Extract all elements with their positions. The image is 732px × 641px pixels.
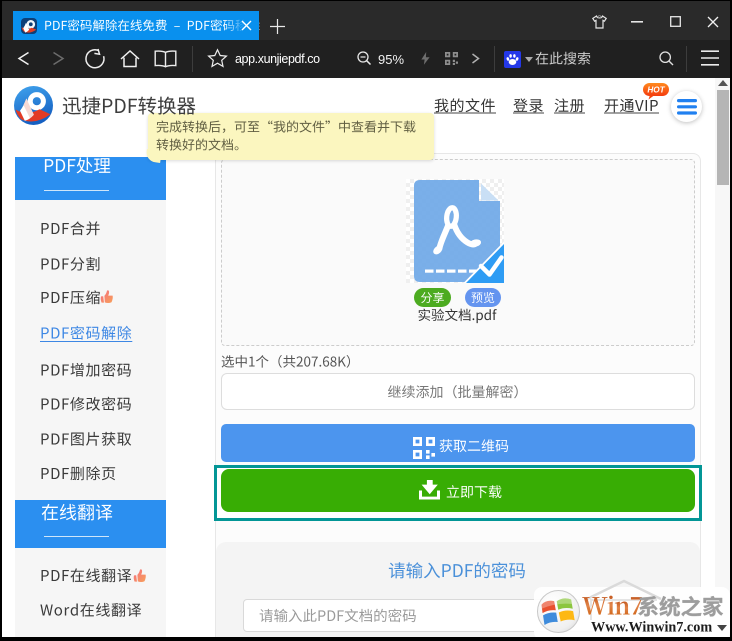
svg-text:Www.Winwin7.com: Www.Winwin7.com bbox=[591, 620, 712, 636]
svg-text:HOT: HOT bbox=[647, 86, 665, 95]
